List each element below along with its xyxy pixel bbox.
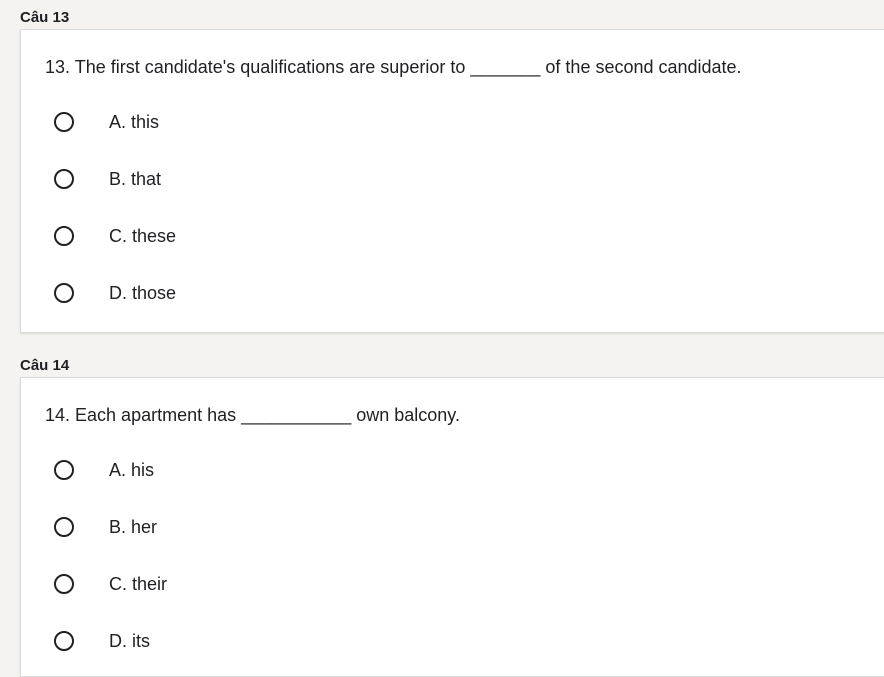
question-13-card: 13. The first candidate's qualifications… xyxy=(20,29,884,333)
option-label: B. her xyxy=(109,516,158,537)
option-label: A. his xyxy=(109,459,155,480)
radio-icon[interactable] xyxy=(54,460,74,480)
option-label: D. those xyxy=(109,282,177,303)
option-label: C. their xyxy=(109,573,168,594)
question-13-label: Câu 13 xyxy=(20,9,70,26)
question-14-label: Câu 14 xyxy=(20,357,70,374)
question-13-option-a[interactable]: A. this xyxy=(45,102,545,142)
option-label: B. that xyxy=(109,168,162,189)
radio-icon[interactable] xyxy=(54,169,74,189)
question-13-option-d[interactable]: D. those xyxy=(45,273,545,313)
radio-icon[interactable] xyxy=(54,112,74,132)
option-label: A. this xyxy=(109,111,160,132)
question-13-text: 13. The first candidate's qualifications… xyxy=(45,57,742,77)
radio-icon[interactable] xyxy=(54,631,74,651)
question-14-card: 14. Each apartment has ___________ own b… xyxy=(20,377,884,677)
radio-icon[interactable] xyxy=(54,574,74,594)
question-14-text: 14. Each apartment has ___________ own b… xyxy=(45,405,460,425)
radio-icon[interactable] xyxy=(54,226,74,246)
question-14-option-b[interactable]: B. her xyxy=(45,507,545,547)
question-13-option-b[interactable]: B. that xyxy=(45,159,545,199)
question-14-option-a[interactable]: A. his xyxy=(45,450,545,490)
radio-icon[interactable] xyxy=(54,517,74,537)
question-14-option-d[interactable]: D. its xyxy=(45,621,545,661)
option-label: C. these xyxy=(109,225,177,246)
question-14-option-c[interactable]: C. their xyxy=(45,564,545,604)
question-13-option-c[interactable]: C. these xyxy=(45,216,545,256)
radio-icon[interactable] xyxy=(54,283,74,303)
option-label: D. its xyxy=(109,630,151,651)
